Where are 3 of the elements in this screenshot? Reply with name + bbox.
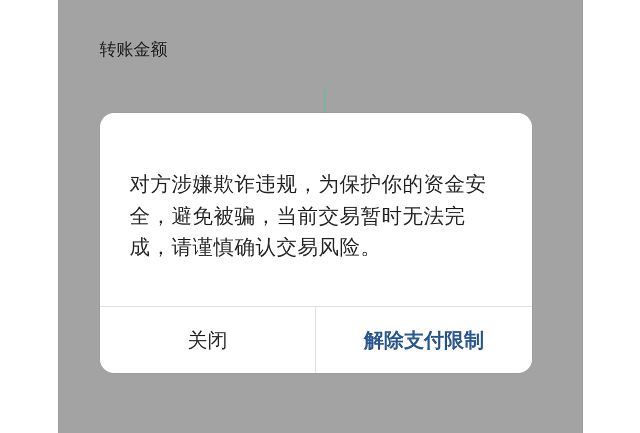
dialog-message: 对方涉嫌欺诈违规，为保护你的资金安全，避免被骗，当前交易暂时无法完成，请谨慎确认交易风险。 bbox=[128, 171, 488, 261]
lift-restriction-button[interactable]: 解除支付限制 bbox=[315, 307, 532, 373]
transfer-amount-label: 转账金额 bbox=[100, 39, 168, 61]
